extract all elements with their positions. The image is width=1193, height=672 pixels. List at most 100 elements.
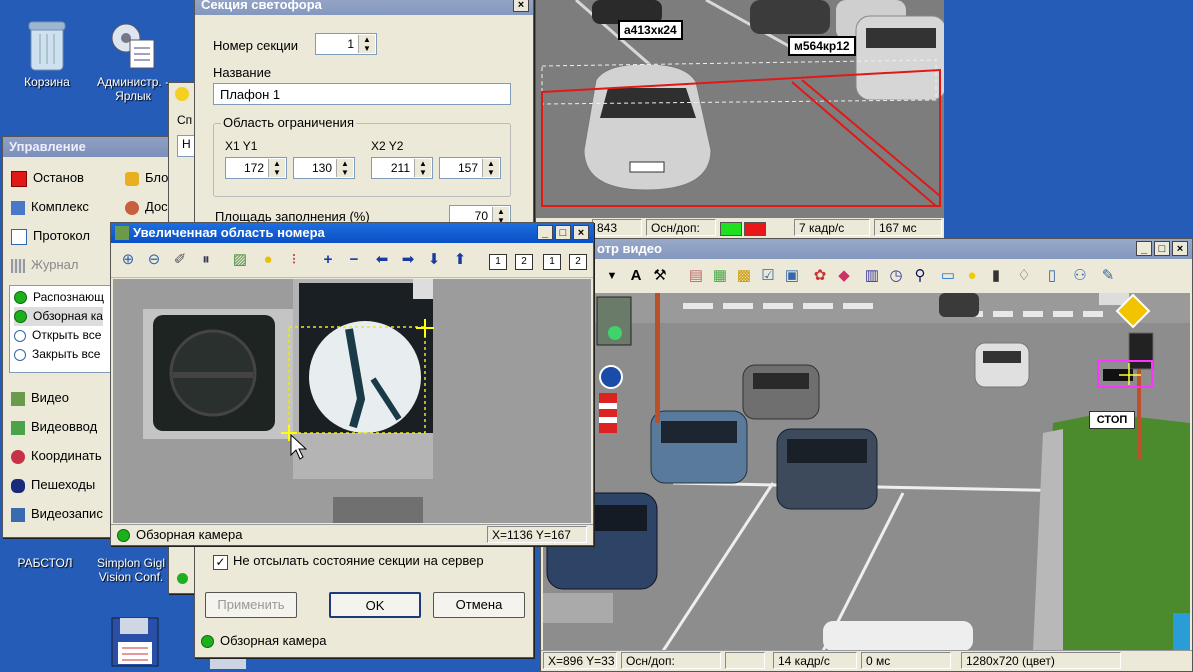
minus-icon[interactable]: − [343,249,365,271]
bottom-video-frame[interactable]: СТОП [543,293,1190,651]
zoom-out-icon[interactable]: ⊖ [143,249,165,271]
zoom-window[interactable]: Увеличенная область номера _ □ × ⊕ ⊖ ✐ ⏸… [110,222,594,546]
text-tool-icon[interactable]: A [625,265,647,287]
calculator-icon[interactable]: ▥ [861,265,883,287]
admin-tools-icon [111,23,155,69]
desktop-icon-admin[interactable]: Администр. - Ярлык [88,18,178,103]
section-dialog-titlebar[interactable]: Секция светофора [195,0,533,15]
y1-spinner[interactable]: 130 ▲ ▼ [293,157,355,179]
block-button[interactable]: Бло [125,167,168,189]
close-button[interactable]: × [573,225,589,240]
grid-icon[interactable]: ▦ [709,265,731,287]
indicator-red [744,222,766,236]
spinner-arrows[interactable]: ▲ ▼ [358,35,375,53]
camera-list[interactable]: Распознающ Обзорная ка Открыть все Закры… [9,285,115,373]
journal-button[interactable]: Журнал [11,254,78,276]
spinner-arrows[interactable]: ▲ ▼ [414,159,431,177]
mode-button-2a[interactable]: 2 [515,254,533,270]
spinner-arrows[interactable]: ▲ ▼ [268,159,285,177]
pause-icon[interactable]: ⏸ [195,249,217,271]
coordinates-button[interactable]: Координать [11,445,102,467]
arrow-up-icon[interactable]: ⬆ [449,249,471,271]
pointer-icon[interactable]: ✐ [169,249,191,271]
traffic-light-icon[interactable]: ▮ [985,265,1007,287]
protocol-button[interactable]: Протокол [11,225,90,247]
cancel-button[interactable]: Отмена [433,592,525,618]
camera-settings-icon[interactable]: ▤ [685,265,707,287]
list-item-overview[interactable]: Обзорная ка [14,307,103,326]
bulb-icon[interactable]: ● [961,265,983,287]
zoom-statusbar: Обзорная камера X=1136 Y=167 [111,524,593,545]
access-button[interactable]: Дос [125,196,168,218]
photo-icon [11,391,25,406]
section-number-spinner[interactable]: 1 ▲ ▼ [315,33,377,55]
pedestrian-icon[interactable]: ⚲ [909,265,931,287]
section-number-label: Номер секции [213,38,299,53]
traffic-light-icon[interactable]: ⁝ [283,249,305,271]
image-icon[interactable]: ▨ [229,249,251,271]
intersection-scene [543,293,1190,651]
dropdown-arrow-icon[interactable]: ▼ [601,265,623,287]
zoom-window-titlebar[interactable]: Увеличенная область номера [111,223,593,243]
check-list-icon[interactable]: ☑ [757,265,779,287]
spinner-arrows[interactable]: ▲ ▼ [482,159,499,177]
desktop-icon-recycle-bin[interactable]: Корзина [2,18,92,89]
list-item-close-all[interactable]: Закрыть все [14,345,100,364]
zoomed-image[interactable] [113,279,591,523]
video-view-window[interactable]: отр видео _ □ × ▼ A ⚒ ▤ ▦ ▩ ☑ ▣ ✿ ◆ ▥ ◷ … [540,238,1193,672]
maximize-button[interactable]: □ [555,225,571,240]
status-fps: 7 кадр/с [794,219,870,236]
minimize-button[interactable]: _ [1136,241,1152,256]
complex-button[interactable]: Комплекс [11,196,89,218]
name-input[interactable]: Плафон 1 [213,83,511,105]
maximize-button[interactable]: □ [1154,241,1170,256]
colors-icon[interactable]: ✿ [809,265,831,287]
pedestrians-button[interactable]: Пешеходы [11,474,95,496]
checkbox[interactable]: ✓ [213,555,228,570]
network-icon[interactable]: ⚇ [1069,265,1091,287]
hammer-icon[interactable]: ⚒ [649,265,671,287]
apply-button[interactable]: Применить [205,592,297,618]
x2y2-label: X2 Y2 [371,139,404,153]
map-icon[interactable]: ▩ [733,265,755,287]
mode-button-1a[interactable]: 1 [489,254,507,270]
video-view-titlebar[interactable]: отр видео [541,239,1192,259]
x1-spinner[interactable]: 172 ▲ ▼ [225,157,287,179]
x2-spinner[interactable]: 211 ▲ ▼ [371,157,433,179]
stop-button[interactable]: Останов [11,167,84,189]
arrow-down-icon[interactable]: ⬇ [423,249,445,271]
plus-icon[interactable]: + [317,249,339,271]
video-button[interactable]: Видео [11,387,69,409]
report-icon[interactable]: ▣ [781,265,803,287]
bell-icon[interactable]: ♢ [1013,265,1035,287]
mode-button-1b[interactable]: 1 [543,254,561,270]
mode-button-2b[interactable]: 2 [569,254,587,270]
video-input-button[interactable]: Видеоввод [11,416,97,438]
control-titlebar[interactable]: Управление [3,137,179,157]
close-button[interactable]: × [513,0,529,12]
car-icon[interactable]: ◆ [833,265,855,287]
list-item-open-all[interactable]: Открыть все [14,326,101,345]
zoom-in-icon[interactable]: ⊕ [117,249,139,271]
top-video-panel[interactable]: а413хк24 м564кр12 [536,0,944,218]
collapse-icon [14,348,26,361]
bulb-icon[interactable]: ● [257,249,279,271]
window-icon[interactable]: ▭ [937,265,959,287]
bulb-icon [175,87,189,101]
status-dot-icon [14,291,27,305]
clock-icon[interactable]: ◷ [885,265,907,287]
status-osn-dop: Осн/доп: [621,652,721,669]
spinner-arrows[interactable]: ▲ ▼ [336,159,353,177]
edit-icon[interactable]: ✎ [1097,265,1119,287]
arrow-left-icon[interactable]: ⬅ [371,249,393,271]
floppy-disk-icon[interactable] [110,616,160,668]
minimize-button[interactable]: _ [537,225,553,240]
list-item-recognizer[interactable]: Распознающ [14,288,104,307]
ok-button[interactable]: OK [329,592,421,618]
y2-spinner[interactable]: 157 ▲ ▼ [439,157,501,179]
checkbox-label: Не отсылать состояние секции на сервер [233,553,484,568]
arrow-right-icon[interactable]: ➡ [397,249,419,271]
close-button[interactable]: × [1172,241,1188,256]
video-record-button[interactable]: Видеозапис [11,503,103,525]
film-icon[interactable]: ▯ [1041,265,1063,287]
